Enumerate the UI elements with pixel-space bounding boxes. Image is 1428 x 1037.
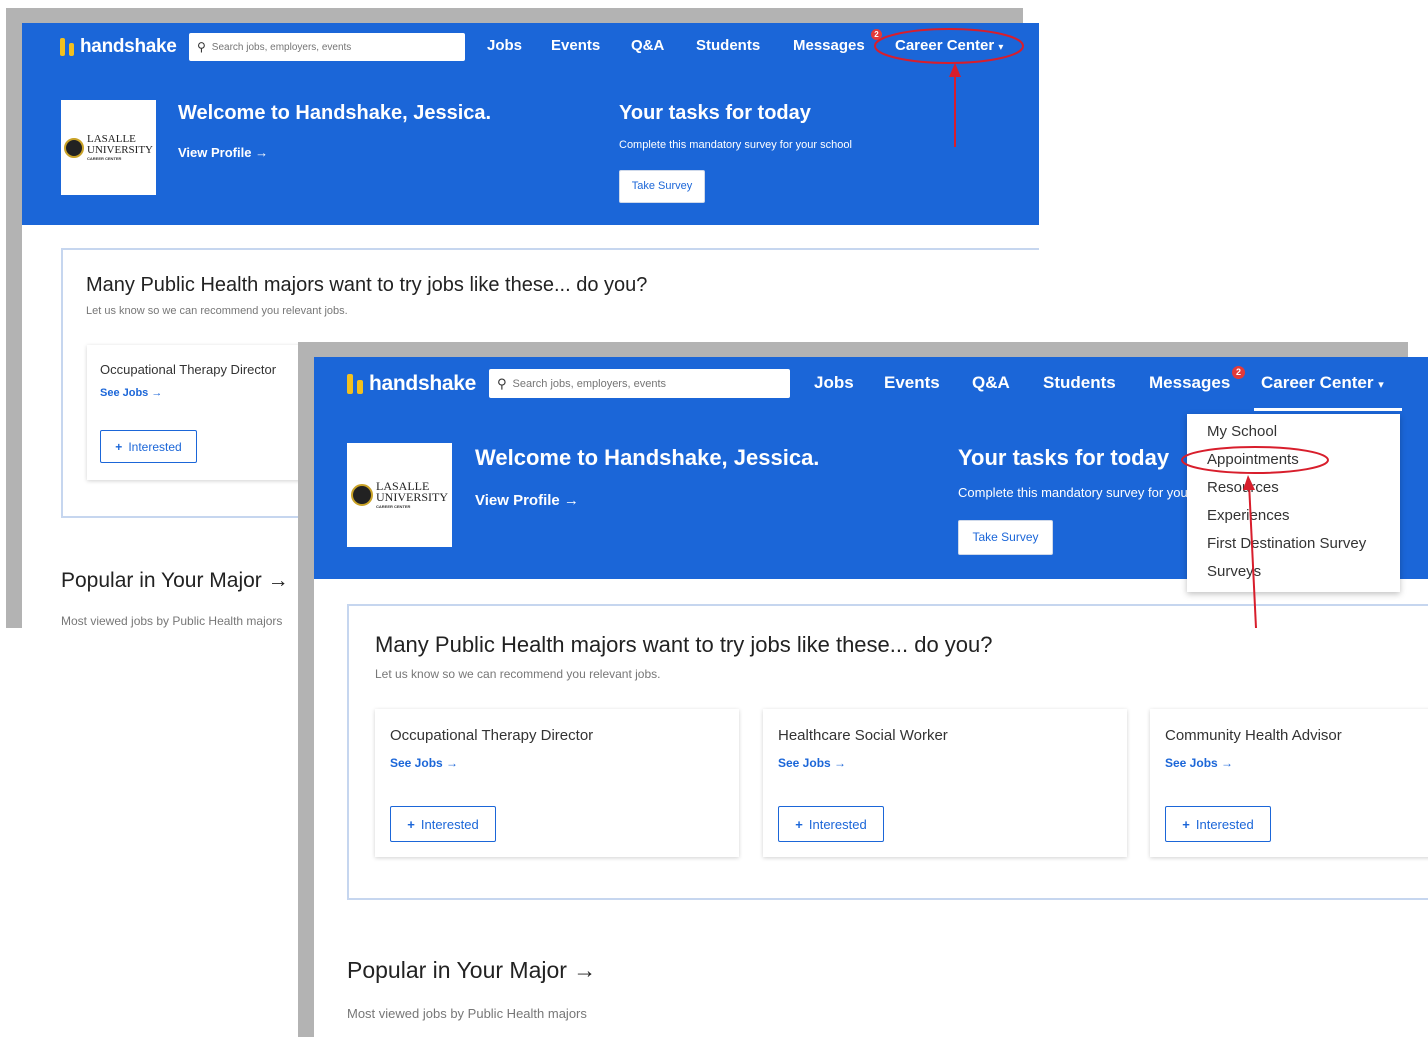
top-nav: handshake ⚲ Jobs Events Q&A Students Mes… <box>314 357 1428 412</box>
nav-career-center[interactable]: Career Center ▾ <box>1261 373 1384 393</box>
nav-messages[interactable]: Messages <box>793 37 865 54</box>
dropdown-item-first-destination-survey[interactable]: First Destination Survey <box>1207 535 1366 552</box>
chevron-down-icon: ▾ <box>998 42 1004 53</box>
interested-button[interactable]: + Interested <box>390 806 496 842</box>
dropdown-item-my-school[interactable]: My School <box>1207 423 1277 440</box>
recommend-subtitle: Let us know so we can recommend you rele… <box>86 305 348 317</box>
job-card: Community Health Advisor See Jobs → + In… <box>1150 709 1428 857</box>
plus-icon: + <box>1182 816 1190 832</box>
recommend-subtitle: Let us know so we can recommend you rele… <box>375 667 661 681</box>
interested-button[interactable]: + Interested <box>1165 806 1271 842</box>
school-logo: LASALLE UNIVERSITY CAREER CENTER <box>61 100 156 195</box>
handshake-logo-icon <box>347 374 365 394</box>
dropdown-item-appointments[interactable]: Appointments <box>1207 451 1299 468</box>
job-card-title: Healthcare Social Worker <box>778 727 948 744</box>
front-screenshot-gray-top <box>298 342 1408 357</box>
see-jobs-link[interactable]: See Jobs → <box>390 756 458 770</box>
view-profile-link[interactable]: View Profile → <box>178 145 268 160</box>
career-center-active-underline <box>1254 408 1402 411</box>
recommend-title: Many Public Health majors want to try jo… <box>86 274 648 296</box>
popular-title[interactable]: Popular in Your Major → <box>347 957 596 984</box>
see-jobs-link[interactable]: See Jobs → <box>778 756 846 770</box>
tasks-heading: Your tasks for today <box>958 445 1170 470</box>
search-bar[interactable]: ⚲ <box>189 33 465 61</box>
interested-label: Interested <box>420 816 479 832</box>
popular-title[interactable]: Popular in Your Major → <box>61 569 289 593</box>
job-card-title: Occupational Therapy Director <box>100 362 277 377</box>
job-card: Occupational Therapy Director See Jobs →… <box>375 709 739 857</box>
take-survey-button[interactable]: Take Survey <box>619 170 705 203</box>
school-name-line2: UNIVERSITY <box>87 143 153 156</box>
search-icon: ⚲ <box>497 375 507 391</box>
popular-subtitle: Most viewed jobs by Public Health majors <box>61 614 283 628</box>
career-center-label: Career Center <box>895 37 995 54</box>
nav-events[interactable]: Events <box>884 373 940 393</box>
messages-badge: 2 <box>871 29 882 40</box>
interested-label: Interested <box>128 439 182 454</box>
brand-name: handshake <box>80 36 177 57</box>
front-screenshot: handshake ⚲ Jobs Events Q&A Students Mes… <box>314 357 1428 1037</box>
search-icon: ⚲ <box>197 40 206 54</box>
interested-button[interactable]: + Interested <box>100 430 197 463</box>
see-jobs-link[interactable]: See Jobs → <box>100 387 162 399</box>
handshake-logo[interactable]: handshake <box>60 36 177 58</box>
nav-events[interactable]: Events <box>551 37 600 54</box>
job-card: Healthcare Social Worker See Jobs → + In… <box>763 709 1127 857</box>
handshake-logo[interactable]: handshake <box>347 372 476 396</box>
nav-jobs[interactable]: Jobs <box>487 37 522 54</box>
nav-students[interactable]: Students <box>1043 373 1116 393</box>
interested-label: Interested <box>1195 816 1254 832</box>
messages-badge: 2 <box>1232 366 1245 379</box>
plus-icon: + <box>795 816 803 832</box>
plus-icon: + <box>115 439 123 454</box>
school-seal-icon <box>351 484 373 506</box>
welcome-heading: Welcome to Handshake, Jessica. <box>475 445 820 470</box>
school-name-line2: UNIVERSITY <box>376 490 448 505</box>
school-seal-icon <box>64 137 84 158</box>
school-logo: LASALLE UNIVERSITY CAREER CENTER <box>347 443 452 547</box>
plus-icon: + <box>407 816 415 832</box>
interested-button[interactable]: + Interested <box>778 806 884 842</box>
nav-qa[interactable]: Q&A <box>972 373 1010 393</box>
career-center-label: Career Center <box>1261 373 1374 392</box>
career-center-dropdown: My School Appointments Resources Experie… <box>1187 414 1400 592</box>
see-jobs-link[interactable]: See Jobs → <box>1165 756 1233 770</box>
nav-messages[interactable]: Messages <box>1149 373 1230 393</box>
nav-career-center[interactable]: Career Center ▾ <box>895 37 1003 54</box>
handshake-logo-icon <box>60 38 76 56</box>
job-card-title: Community Health Advisor <box>1165 727 1342 744</box>
search-input[interactable] <box>512 377 790 390</box>
chevron-down-icon: ▾ <box>1378 379 1384 391</box>
search-bar[interactable]: ⚲ <box>489 369 790 398</box>
recommend-title: Many Public Health majors want to try jo… <box>375 632 993 657</box>
hero-banner: LASALLE UNIVERSITY CAREER CENTER Welcome… <box>22 73 1039 225</box>
school-sub: CAREER CENTER <box>376 504 411 510</box>
brand-name: handshake <box>369 372 477 395</box>
take-survey-button[interactable]: Take Survey <box>958 520 1053 555</box>
welcome-heading: Welcome to Handshake, Jessica. <box>178 102 492 124</box>
search-input[interactable] <box>211 41 465 53</box>
nav-jobs[interactable]: Jobs <box>814 373 854 393</box>
back-screenshot-gray-top <box>6 8 1023 23</box>
front-screenshot-gray-edge <box>298 342 314 1037</box>
view-profile-link[interactable]: View Profile → <box>475 492 579 509</box>
tasks-heading: Your tasks for today <box>619 102 811 124</box>
top-nav: handshake ⚲ Jobs Events Q&A Students Mes… <box>22 23 1039 73</box>
popular-subtitle: Most viewed jobs by Public Health majors <box>347 1006 587 1021</box>
job-card-title: Occupational Therapy Director <box>390 727 594 744</box>
interested-label: Interested <box>808 816 867 832</box>
nav-qa[interactable]: Q&A <box>631 37 664 54</box>
school-sub: CAREER CENTER <box>87 156 122 162</box>
dropdown-item-experiences[interactable]: Experiences <box>1207 507 1290 524</box>
nav-students[interactable]: Students <box>696 37 760 54</box>
dropdown-item-surveys[interactable]: Surveys <box>1207 563 1261 580</box>
dropdown-item-resources[interactable]: Resources <box>1207 479 1279 496</box>
recommend-panel: Many Public Health majors want to try jo… <box>347 604 1428 900</box>
back-screenshot-gray-edge <box>6 8 22 628</box>
tasks-note: Complete this mandatory survey for your … <box>619 139 852 151</box>
